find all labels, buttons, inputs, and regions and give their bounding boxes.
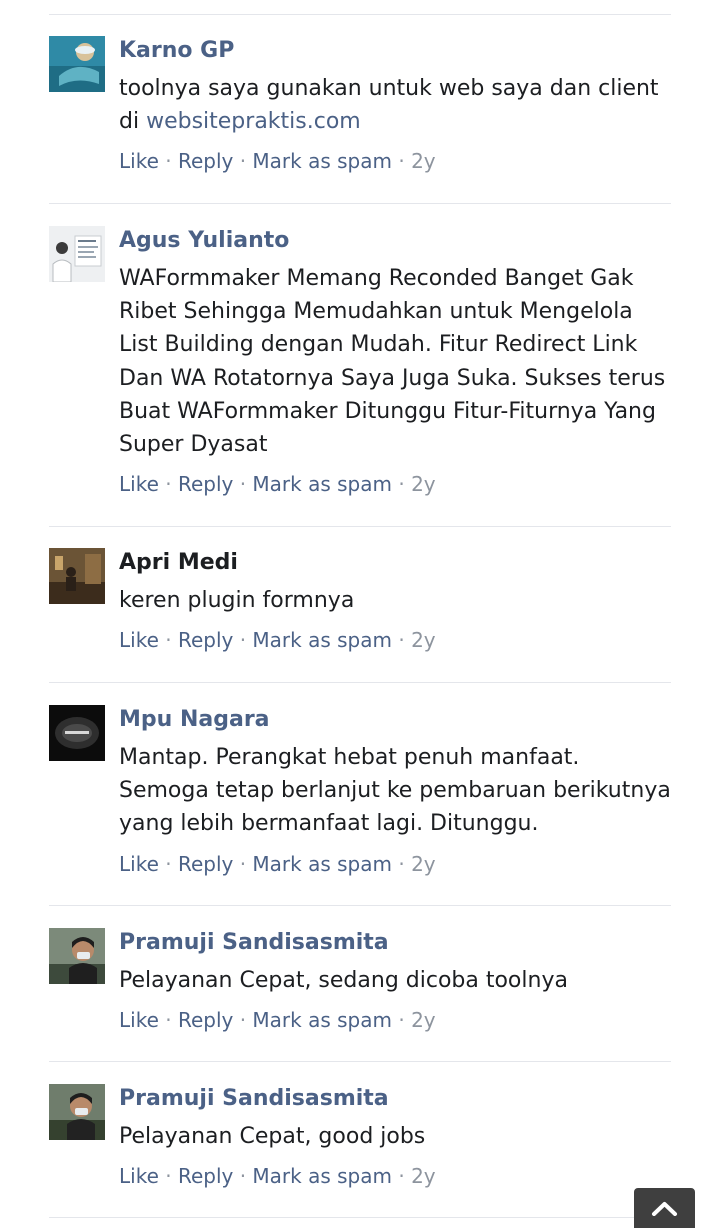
reply-link[interactable]: Reply (178, 149, 233, 173)
reply-link[interactable]: Reply (178, 628, 233, 652)
comment-timestamp[interactable]: 2y (411, 1008, 436, 1032)
comment-author[interactable]: Mpu Nagara (119, 705, 671, 735)
comment-author: Apri Medi (119, 550, 238, 575)
like-link[interactable]: Like (119, 149, 159, 173)
scroll-to-top-button[interactable] (634, 1188, 695, 1228)
comment-timestamp[interactable]: 2y (411, 852, 436, 876)
avatar[interactable] (49, 1084, 105, 1140)
comment-text: Pelayanan Cepat, sedang dicoba toolnya (119, 968, 568, 993)
comment-timestamp[interactable]: 2y (411, 628, 436, 652)
like-link[interactable]: Like (119, 472, 159, 496)
mark-as-spam-link[interactable]: Mark as spam (252, 472, 392, 496)
reply-link[interactable]: Reply (178, 1008, 233, 1032)
reply-link[interactable]: Reply (178, 852, 233, 876)
avatar[interactable] (49, 36, 105, 92)
reply-link[interactable]: Reply (178, 472, 233, 496)
like-link[interactable]: Like (119, 1164, 159, 1188)
comment-actions: Like · Reply · Mark as spam · 2y (119, 149, 436, 174)
mark-as-spam-link[interactable]: Mark as spam (252, 628, 392, 652)
comment-text: Mantap. Perangkat hebat penuh manfaat. S… (119, 745, 671, 837)
divider (49, 14, 671, 15)
comment-actions: Like · Reply · Mark as spam · 2y (119, 628, 436, 653)
mark-as-spam-link[interactable]: Mark as spam (252, 852, 392, 876)
comment-author[interactable]: Agus Yulianto (119, 226, 671, 256)
avatar[interactable] (49, 705, 105, 761)
comment-author[interactable]: Pramuji Sandisasmita (119, 928, 671, 958)
like-link[interactable]: Like (119, 628, 159, 652)
comment-timestamp[interactable]: 2y (411, 472, 436, 496)
comment-link[interactable]: websitepraktis.com (146, 109, 361, 134)
avatar[interactable] (49, 548, 105, 604)
comment-author[interactable]: Karno GP (119, 36, 671, 66)
mark-as-spam-link[interactable]: Mark as spam (252, 1164, 392, 1188)
comment-actions: Like · Reply · Mark as spam · 2y (119, 851, 436, 876)
avatar[interactable] (49, 226, 105, 282)
comment-actions: Like · Reply · Mark as spam · 2y (119, 472, 436, 497)
divider (49, 203, 671, 204)
comment-text: Pelayanan Cepat, good jobs (119, 1124, 426, 1149)
reply-link[interactable]: Reply (178, 1164, 233, 1188)
comment-text: toolnya saya gunakan untuk web saya dan … (119, 76, 659, 135)
divider (49, 1217, 671, 1218)
comment-actions: Like · Reply · Mark as spam · 2y (119, 1008, 436, 1033)
comment-text: WAFormmaker Memang Reconded Banget Gak R… (119, 266, 666, 458)
avatar[interactable] (49, 928, 105, 984)
comment-text: keren plugin formnya (119, 588, 355, 613)
comment-author[interactable]: Pramuji Sandisasmita (119, 1084, 671, 1114)
chevron-up-icon (652, 1202, 677, 1216)
divider (49, 905, 671, 906)
mark-as-spam-link[interactable]: Mark as spam (252, 149, 392, 173)
comment-actions: Like · Reply · Mark as spam · 2y (119, 1164, 436, 1189)
divider (49, 682, 671, 683)
divider (49, 526, 671, 527)
comment-timestamp[interactable]: 2y (411, 149, 436, 173)
like-link[interactable]: Like (119, 1008, 159, 1032)
divider (49, 1061, 671, 1062)
like-link[interactable]: Like (119, 852, 159, 876)
mark-as-spam-link[interactable]: Mark as spam (252, 1008, 392, 1032)
comment-timestamp[interactable]: 2y (411, 1164, 436, 1188)
